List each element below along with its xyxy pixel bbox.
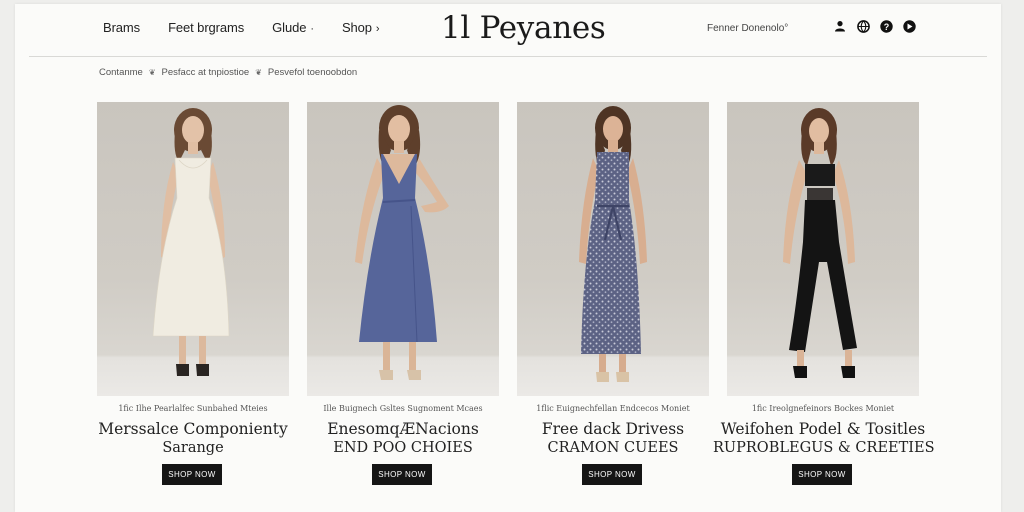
product-subtitle: END POO CHOIES [333,440,473,456]
account-link[interactable]: Fenner Donenolo° [707,23,788,34]
product-image[interactable] [727,102,919,396]
product-subtitle: RUPROBLEGUS & CREETIES [713,440,935,456]
breadcrumb-item[interactable]: Contanme [99,67,143,78]
product-card[interactable]: Ille Buignech Gsltes Sugnoment Mcaes Ene… [307,102,499,502]
page-frame: Brams Feet brgrams Glude · Shop › 1l Peyan… [15,4,1001,512]
product-card[interactable]: 1fic Ireolgnefeinors Bockes Moniet Weifo… [713,102,935,502]
product-title[interactable]: Free dack Drivess [503,420,723,438]
main-nav: Brams Feet brgrams Glude · Shop › [103,20,408,35]
nav-item-shop[interactable]: Shop › [342,20,380,35]
product-grid: 1fic Ilhe Pearlalfec Sunbahed Mteies Mer… [97,102,935,502]
site-header: Brams Feet brgrams Glude · Shop › 1l Peyan… [15,4,1001,56]
header-icons: ? [833,19,925,33]
product-card[interactable]: 1flic Euignechfellan Endcecos Moniet Fre… [517,102,709,502]
header-divider [29,56,987,57]
product-card[interactable]: 1fic Ilhe Pearlalfec Sunbahed Mteies Mer… [97,102,289,502]
product-subtitle: CRAMON CUEES [547,440,679,456]
nav-item-glude-label: Glude [272,20,307,35]
breadcrumb: Contanme ❦ Pesfacc at tnpiostioe ❦ Pesve… [99,67,357,78]
shop-now-button[interactable]: SHOP NOW [372,464,432,485]
shop-now-button[interactable]: SHOP NOW [792,464,852,485]
globe-icon[interactable] [856,19,870,33]
chevron-right-icon: › [375,23,380,35]
breadcrumb-item[interactable]: Pesvefol toenoobdon [268,67,357,78]
product-title[interactable]: Weifohen Podel & Tositles [713,420,933,438]
breadcrumb-separator-icon: ❦ [148,68,156,77]
product-image[interactable] [307,102,499,396]
breadcrumb-separator-icon: ❦ [255,68,262,77]
product-tagline: 1fic Ireolgnefeinors Bockes Moniet [751,404,895,413]
svg-text:?: ? [883,22,889,32]
help-icon[interactable]: ? [879,19,893,33]
product-tagline: Ille Buignech Gsltes Sugnoment Mcaes [323,404,483,413]
nav-item-feet-brgrams[interactable]: Feet brgrams [168,20,244,35]
product-subtitle: Sarange [162,440,224,456]
nav-item-brams[interactable]: Brams [103,20,140,35]
product-image[interactable] [97,102,289,396]
user-icon[interactable] [833,19,847,33]
site-logo[interactable]: 1l Peyanes [441,10,606,46]
nav-dot-icon: · [310,23,314,35]
product-tagline: 1fic Ilhe Pearlalfec Sunbahed Mteies [118,404,268,413]
shop-now-button[interactable]: SHOP NOW [162,464,222,485]
nav-item-glude[interactable]: Glude · [272,20,314,35]
cart-icon[interactable] [902,19,916,33]
product-image[interactable] [517,102,709,396]
breadcrumb-item[interactable]: Pesfacc at tnpiostioe [162,67,250,78]
nav-item-shop-label: Shop [341,20,372,35]
product-title[interactable]: EnesomqÆNacions [293,420,513,438]
product-tagline: 1flic Euignechfellan Endcecos Moniet [536,404,690,413]
product-title[interactable]: Merssalce Componienty [83,420,303,438]
shop-now-button[interactable]: SHOP NOW [582,464,642,485]
